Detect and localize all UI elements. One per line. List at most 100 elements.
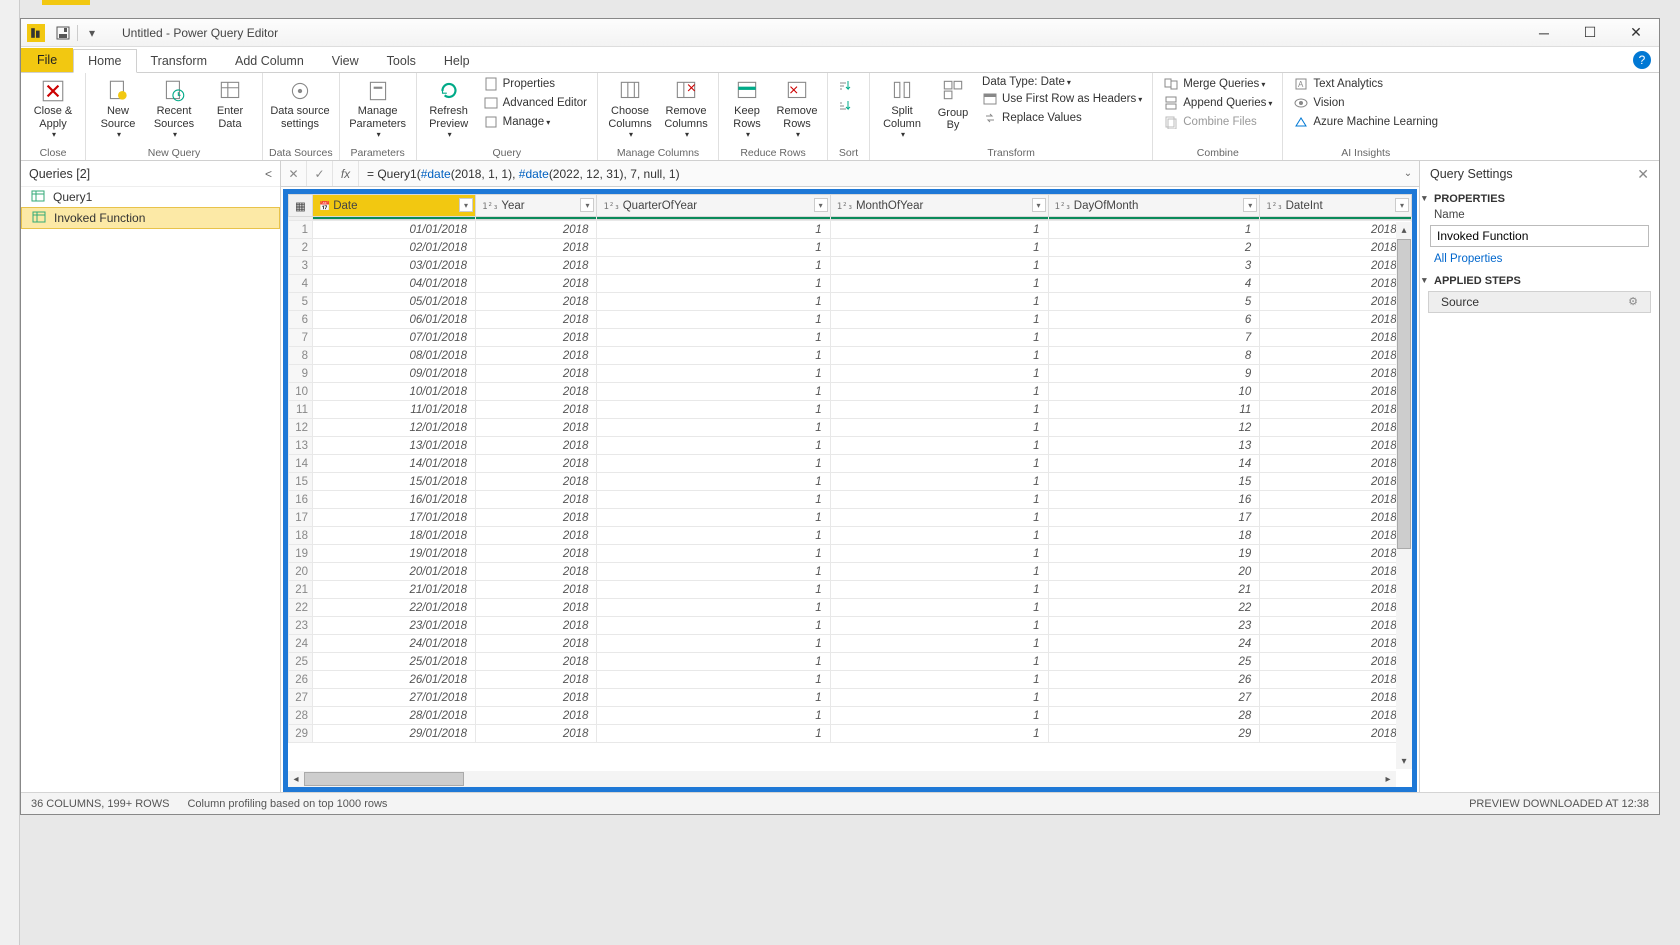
cell[interactable]: 2018	[476, 617, 597, 635]
scroll-up-icon[interactable]: ▴	[1396, 222, 1412, 238]
cell[interactable]: 2018	[476, 221, 597, 239]
sort-desc-button[interactable]	[834, 95, 858, 115]
cell[interactable]: 1	[830, 383, 1048, 401]
cell[interactable]: 2018	[476, 689, 597, 707]
cell[interactable]: 21/01/2018	[313, 581, 476, 599]
cell[interactable]: 1	[1048, 221, 1260, 239]
table-row[interactable]: 606/01/2018201811620180	[289, 311, 1412, 329]
cell[interactable]: 1	[597, 239, 830, 257]
cell[interactable]: 16	[1048, 491, 1260, 509]
cell[interactable]: 28/01/2018	[313, 707, 476, 725]
cell[interactable]: 2018	[476, 365, 597, 383]
cell[interactable]: 1	[597, 221, 830, 239]
cell[interactable]: 1	[597, 365, 830, 383]
cell[interactable]: 1	[830, 707, 1048, 725]
applied-step[interactable]: Source⚙	[1428, 291, 1651, 313]
table-row[interactable]: 2929/01/20182018112920180	[289, 725, 1412, 743]
cell[interactable]: 11/01/2018	[313, 401, 476, 419]
cell[interactable]: 1	[830, 617, 1048, 635]
cell[interactable]: 02/01/2018	[313, 239, 476, 257]
cell[interactable]: 1	[597, 293, 830, 311]
qat-dropdown-icon[interactable]: ▾	[80, 22, 104, 44]
scroll-down-icon[interactable]: ▾	[1396, 753, 1412, 769]
close-settings-icon[interactable]: ✕	[1637, 166, 1649, 183]
cell[interactable]: 1	[830, 473, 1048, 491]
cell[interactable]: 1	[830, 653, 1048, 671]
cell[interactable]: 20180	[1260, 473, 1412, 491]
cell[interactable]: 20180	[1260, 725, 1412, 743]
table-row[interactable]: 2323/01/20182018112320180	[289, 617, 1412, 635]
column-filter-icon[interactable]: ▾	[459, 198, 473, 212]
cell[interactable]: 2018	[476, 635, 597, 653]
cell[interactable]: 11	[1048, 401, 1260, 419]
cell[interactable]: 1	[830, 311, 1048, 329]
cell[interactable]: 1	[597, 617, 830, 635]
formula-expand-icon[interactable]: ⌄	[1397, 168, 1419, 179]
cell[interactable]: 1	[597, 707, 830, 725]
cell[interactable]: 1	[830, 671, 1048, 689]
column-header[interactable]: 1²₃DayOfMonth▾	[1048, 195, 1260, 217]
cell[interactable]: 1	[830, 419, 1048, 437]
cell[interactable]: 20180	[1260, 491, 1412, 509]
cell[interactable]: 20180	[1260, 221, 1412, 239]
cell[interactable]: 1	[830, 221, 1048, 239]
column-header[interactable]: 📅Date▾	[313, 195, 476, 217]
cell[interactable]: 20180	[1260, 545, 1412, 563]
cell[interactable]: 2018	[476, 347, 597, 365]
cell[interactable]: 22/01/2018	[313, 599, 476, 617]
cell[interactable]: 20180	[1260, 563, 1412, 581]
table-row[interactable]: 2525/01/20182018112520180	[289, 653, 1412, 671]
cell[interactable]: 27	[1048, 689, 1260, 707]
table-row[interactable]: 1717/01/20182018111720180	[289, 509, 1412, 527]
cell[interactable]: 2018	[476, 581, 597, 599]
cell[interactable]: 1	[597, 311, 830, 329]
cell[interactable]: 17	[1048, 509, 1260, 527]
close-apply-button[interactable]: Close & Apply▾	[27, 75, 79, 139]
minimize-button[interactable]: ─	[1521, 19, 1567, 47]
cell[interactable]: 1	[830, 599, 1048, 617]
cell[interactable]: 1	[830, 437, 1048, 455]
properties-button[interactable]: Properties	[479, 75, 591, 93]
cell[interactable]: 2018	[476, 401, 597, 419]
use-first-row-button[interactable]: Use First Row as Headers▾	[978, 90, 1146, 108]
cell[interactable]: 15	[1048, 473, 1260, 491]
cell[interactable]: 2018	[476, 239, 597, 257]
keep-rows-button[interactable]: Keep Rows▾	[725, 75, 769, 139]
cell[interactable]: 5	[1048, 293, 1260, 311]
table-row[interactable]: 1919/01/20182018111920180	[289, 545, 1412, 563]
cell[interactable]: 1	[830, 581, 1048, 599]
cell[interactable]: 20180	[1260, 689, 1412, 707]
cell[interactable]: 2	[1048, 239, 1260, 257]
cell[interactable]: 3	[1048, 257, 1260, 275]
cell[interactable]: 2018	[476, 491, 597, 509]
column-filter-icon[interactable]: ▾	[1243, 198, 1257, 212]
cell[interactable]: 20180	[1260, 527, 1412, 545]
cell[interactable]: 21	[1048, 581, 1260, 599]
column-header[interactable]: 1²₃Year▾	[476, 195, 597, 217]
table-row[interactable]: 2828/01/20182018112820180	[289, 707, 1412, 725]
cell[interactable]: 20180	[1260, 635, 1412, 653]
cell[interactable]: 18/01/2018	[313, 527, 476, 545]
cell[interactable]: 03/01/2018	[313, 257, 476, 275]
cell[interactable]: 1	[597, 419, 830, 437]
cell[interactable]: 2018	[476, 545, 597, 563]
table-row[interactable]: 1515/01/20182018111520180	[289, 473, 1412, 491]
table-row[interactable]: 909/01/2018201811920180	[289, 365, 1412, 383]
formula-text[interactable]: = Query1(#date(2018, 1, 1), #date(2022, …	[359, 167, 1397, 181]
cell[interactable]: 24	[1048, 635, 1260, 653]
cell[interactable]: 20180	[1260, 419, 1412, 437]
cell[interactable]: 1	[597, 563, 830, 581]
sort-asc-button[interactable]	[834, 75, 858, 95]
cell[interactable]: 19/01/2018	[313, 545, 476, 563]
cell[interactable]: 2018	[476, 725, 597, 743]
tab-tools[interactable]: Tools	[373, 50, 430, 72]
merge-queries-button[interactable]: Merge Queries▾	[1159, 75, 1276, 93]
scroll-left-icon[interactable]: ◂	[288, 771, 304, 787]
cell[interactable]: 29/01/2018	[313, 725, 476, 743]
table-row[interactable]: 404/01/2018201811420180	[289, 275, 1412, 293]
column-header[interactable]: 1²₃DateInt▾	[1260, 195, 1412, 217]
cell[interactable]: 20180	[1260, 311, 1412, 329]
new-source-button[interactable]: New Source▾	[92, 75, 144, 139]
split-column-button[interactable]: Split Column▾	[876, 75, 928, 139]
query-name-input[interactable]	[1430, 225, 1649, 247]
